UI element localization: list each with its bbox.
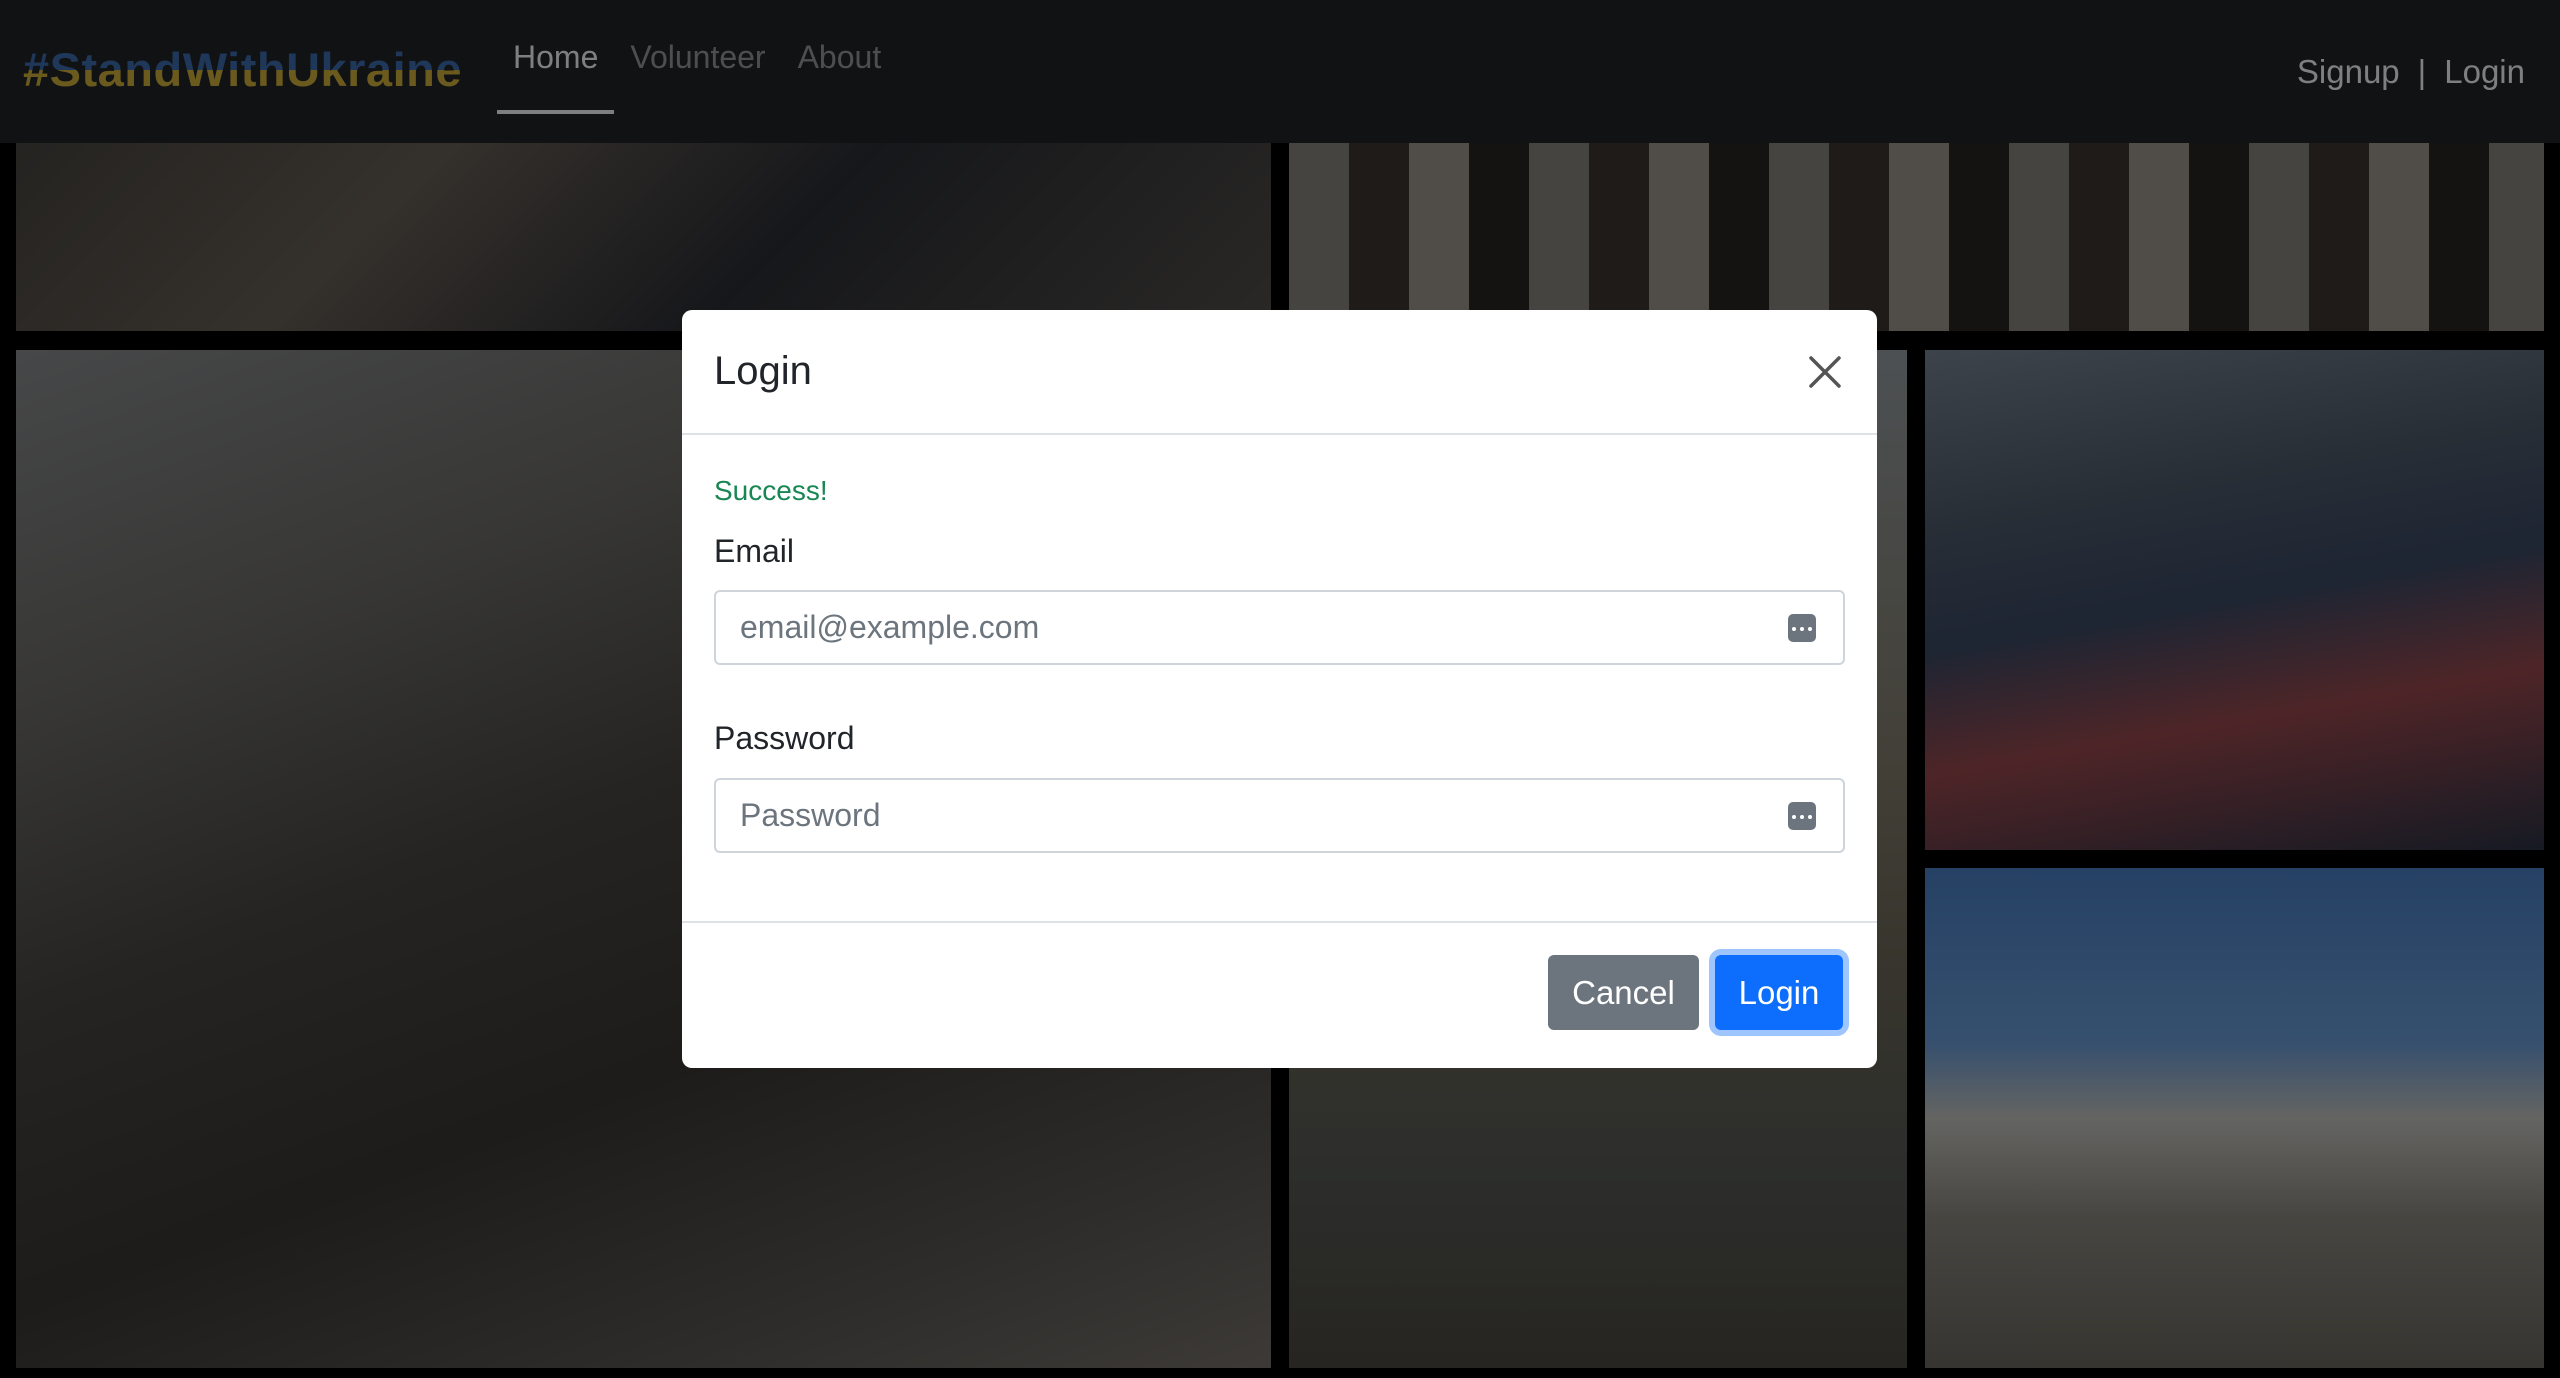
email-field-wrapper: [714, 590, 1845, 665]
email-field[interactable]: [716, 592, 1843, 663]
modal-header: Login: [682, 310, 1877, 435]
modal-body: Success! Email Password: [682, 435, 1877, 921]
login-button[interactable]: Login: [1715, 955, 1843, 1030]
close-icon: [1809, 356, 1841, 388]
password-field-wrapper: [714, 778, 1845, 853]
password-manager-icon[interactable]: [1788, 614, 1816, 642]
modal-footer: Cancel Login: [682, 921, 1877, 1068]
cancel-button[interactable]: Cancel: [1548, 955, 1699, 1030]
modal-title: Login: [714, 349, 812, 393]
password-label: Password: [714, 720, 855, 756]
email-label: Email: [714, 533, 795, 569]
success-message: Success!: [714, 475, 828, 506]
password-field[interactable]: [716, 780, 1843, 851]
password-manager-icon[interactable]: [1788, 802, 1816, 830]
login-modal: Login Success! Email Password Cancel Log…: [682, 310, 1877, 1068]
close-button[interactable]: [1801, 348, 1849, 396]
